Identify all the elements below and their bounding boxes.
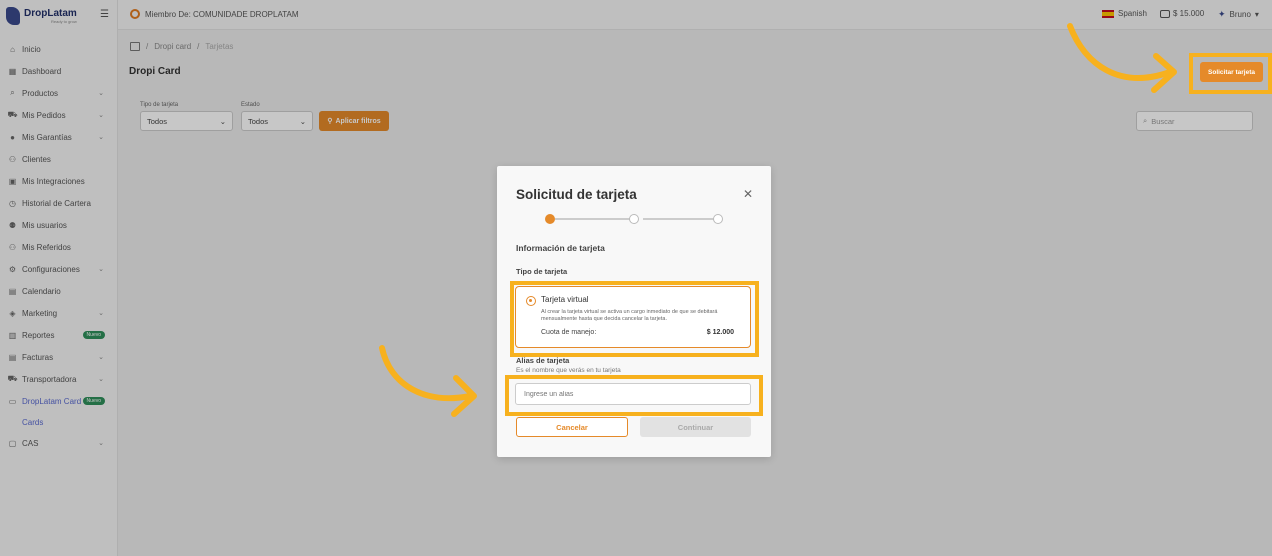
step-1-dot (545, 214, 555, 224)
modal-title: Solicitud de tarjeta (516, 187, 637, 202)
close-icon[interactable]: ✕ (743, 187, 753, 201)
cancel-button[interactable]: Cancelar (516, 417, 628, 437)
highlight-alias-input (505, 375, 763, 416)
step-3-dot (713, 214, 723, 224)
card-type-label: Tipo de tarjeta (516, 267, 568, 276)
section-title: Información de tarjeta (516, 243, 605, 253)
step-2-dot (629, 214, 639, 224)
alias-label: Alias de tarjeta (516, 356, 570, 365)
highlight-request-button (1189, 53, 1272, 94)
annotation-arrow-icon (1067, 23, 1177, 93)
stepper-line (643, 218, 721, 220)
annotation-arrow-icon (379, 345, 477, 417)
stepper (545, 214, 723, 224)
stepper-line (555, 218, 633, 220)
alias-hint: Es el nombre que verás en tu tarjeta (516, 367, 621, 374)
continue-button[interactable]: Continuar (640, 417, 751, 437)
highlight-card-option (510, 281, 759, 357)
